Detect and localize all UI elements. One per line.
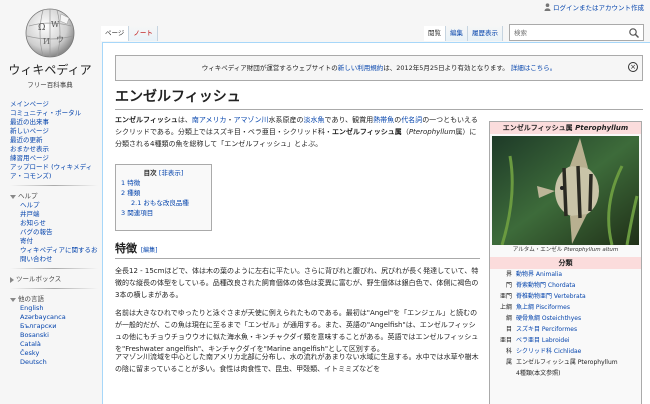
taxobox-row: 上綱 魚上綱 Pisciformes [499, 304, 570, 311]
sidebar-item-main-page[interactable]: メインページ [10, 100, 98, 109]
sidebar-item-recent-changes[interactable]: 最近の更新 [10, 136, 98, 145]
taxobox-row: 綱硬骨魚綱 Osteichthyes [505, 315, 582, 322]
body-paragraph: 全長12 - 15cmほどで、体は木の葉のように左右に平たい。さらに背びれと腹び… [115, 267, 479, 299]
taxobox-row: 亜目 ベラ亜目 Labroidei [499, 337, 570, 344]
taxobox-classification-header: 分類 [490, 257, 641, 269]
toc-toggle[interactable]: [非表示] [159, 169, 184, 177]
collapsed-arrow-icon [10, 276, 14, 283]
lang-link-english[interactable]: English [20, 304, 98, 313]
article-term: エンゼルフィッシュ [115, 116, 178, 124]
link-freshwater-fish[interactable]: 淡水魚 [304, 116, 325, 124]
search-input[interactable] [510, 28, 628, 37]
view-tabs: 閲覧 編集 履歴表示 [424, 26, 503, 41]
sidebar-item-bug-report[interactable]: バグの報告 [20, 228, 98, 237]
notice-terms-link[interactable]: 新しい利用規約 [338, 64, 384, 72]
sidebar-toolbox-heading[interactable]: ツールボックス [10, 275, 98, 284]
sidebar-item-help[interactable]: ヘルプ [20, 201, 98, 210]
section-edit-link[interactable]: [編集] [141, 247, 158, 254]
body-paragraph: アマゾン川流域を中心とした南アメリカ北部に分布し、水の流れがあまりない水域に生息… [115, 353, 479, 373]
sidebar-languages-heading[interactable]: 他の言語 [10, 295, 98, 304]
taxobox-row: 亜門 脊椎動物亜門 Vertebrata [499, 293, 586, 300]
user-icon [544, 3, 551, 11]
sidebar-separator [10, 185, 98, 186]
content-area: ウィキペディア財団が運営するウェブサイトの新しい利用規約は、2012年5月25日… [102, 42, 650, 404]
taxobox-title: エンゼルフィッシュ属 Pterophyllum [490, 122, 641, 134]
tab-read[interactable]: 閲覧 [424, 26, 446, 41]
toc-title: 目次 [非表示] [143, 169, 184, 177]
genus-term: エンゼルフィッシュ属 [331, 128, 402, 136]
sidebar-item-new-pages[interactable]: 新しいページ [10, 127, 98, 136]
link-synonym[interactable]: 代名詞 [401, 116, 422, 124]
sidebar-help-heading[interactable]: ヘルプ [10, 192, 98, 201]
sidebar-separator [10, 268, 98, 269]
taxobox-row: 属エンゼルフィッシュ属 Pterophyllum [505, 359, 618, 366]
sidebar-item-current-events[interactable]: 最近の出来事 [10, 118, 98, 127]
svg-text:ウ: ウ [56, 35, 64, 44]
taxobox-row: 科シクリッド科 Cichlidae [505, 348, 582, 355]
site-title: ウィキペディア [8, 63, 92, 77]
expanded-arrow-icon [10, 194, 16, 199]
svg-text:И: И [43, 37, 50, 46]
taxobox-caption: アルタム・エンゼル Pterophyllum altum [512, 247, 619, 253]
sidebar-item-donate[interactable]: 寄付 [20, 237, 98, 246]
login-link[interactable]: ログインまたはアカウント作成 [553, 2, 644, 12]
scientific-name: Pterophyllum [408, 128, 456, 136]
personal-tools: ログインまたはアカウント作成 [544, 2, 644, 12]
search-box [509, 24, 644, 41]
taxobox: エンゼルフィッシュ属 Pterophyllum アルタム・エンゼル Pterop… [489, 121, 642, 404]
svg-text:Ω: Ω [38, 23, 45, 33]
sidebar-item-contact[interactable]: ウィキペディアに関するお問い合わせ [20, 246, 98, 264]
notice-text: ウィキペディア財団が運営するウェブサイトの [201, 64, 338, 72]
namespace-tabs: ページ ノート [101, 26, 158, 41]
taxobox-row: 目スズキ目 Perciformes [505, 326, 578, 333]
intro-paragraph: エンゼルフィッシュは、南アメリカ・アマゾン川水系原産の淡水魚であり、観賞用熱帯魚… [115, 116, 478, 148]
svg-text:W: W [51, 20, 60, 29]
sidebar-item-community[interactable]: コミュニティ・ポータル [10, 109, 98, 118]
tab-talk[interactable]: ノート [129, 26, 158, 41]
search-icon[interactable] [628, 27, 640, 39]
site-notice: ウィキペディア財団が運営するウェブサイトの新しい利用規約は、2012年5月25日… [115, 55, 643, 81]
toc-item[interactable]: 2 種類 [121, 188, 206, 198]
angelfish-photo[interactable] [492, 136, 639, 245]
sidebar-item-random[interactable]: おまかせ表示 [10, 145, 98, 154]
expanded-arrow-icon [10, 297, 16, 302]
notice-text-after: は、2012年5月25日より有効となります。 [383, 64, 509, 72]
lang-link-azerbaijani[interactable]: Azərbaycanca [20, 313, 98, 322]
taxobox-row: 門脊索動物門 Chordata [505, 282, 576, 289]
link-tropical-fish[interactable]: 熱帯魚 [373, 116, 394, 124]
wikipedia-logo[interactable]: Ω W И ウ ウィキペディア フリー百科事典 [4, 6, 96, 89]
lang-link-german[interactable]: Deutsch [20, 358, 98, 367]
close-icon[interactable]: × [628, 62, 638, 72]
link-amazon-river[interactable]: アマゾン川 [234, 116, 269, 124]
lang-link-bulgarian[interactable]: Български [20, 322, 98, 331]
taxobox-row: 界動物界 Animalia [505, 271, 563, 278]
lang-link-catalan[interactable]: Català [20, 340, 98, 349]
toc-item[interactable]: 3 関連項目 [121, 208, 206, 218]
sidebar-item-announcements[interactable]: お知らせ [20, 219, 98, 228]
sidebar-separator [10, 288, 98, 289]
site-tagline: フリー百科事典 [27, 81, 73, 89]
notice-details-link[interactable]: 詳細はこちら。 [511, 64, 557, 72]
sidebar: メインページ コミュニティ・ポータル 最近の出来事 新しいページ 最近の更新 お… [10, 100, 98, 367]
tab-history[interactable]: 履歴表示 [468, 26, 503, 41]
lang-link-bosnian[interactable]: Bosanski [20, 331, 98, 340]
sidebar-item-sandbox[interactable]: 練習用ページ [10, 154, 98, 163]
toc-item[interactable]: 1 特徴 [121, 178, 206, 188]
toc-item[interactable]: 2.1 おもな改良品種 [121, 198, 206, 208]
link-south-america[interactable]: 南アメリカ [192, 116, 227, 124]
body-paragraph: 名前は大きなひれでゆったりと泳ぐさまが天使に例えられたものである。最初は"Ang… [115, 309, 479, 353]
page-title: エンゼルフィッシュ [115, 86, 643, 110]
tab-page[interactable]: ページ [101, 26, 130, 41]
sidebar-item-village-pump[interactable]: 井戸端 [20, 210, 98, 219]
section-heading-features: 特徴 [編集] [115, 240, 480, 259]
lang-link-czech[interactable]: Česky [20, 349, 98, 358]
puzzle-globe-icon: Ω W И ウ [25, 8, 75, 58]
tab-edit[interactable]: 編集 [446, 26, 468, 41]
sidebar-item-upload[interactable]: アップロード (ウィキメディア・コモンズ) [10, 163, 98, 181]
table-of-contents: 目次 [非表示] 1 特徴 2 種類 2.1 おもな改良品種 3 関連項目 [115, 164, 212, 231]
taxobox-row: 4種類(本文参照) [516, 370, 561, 377]
